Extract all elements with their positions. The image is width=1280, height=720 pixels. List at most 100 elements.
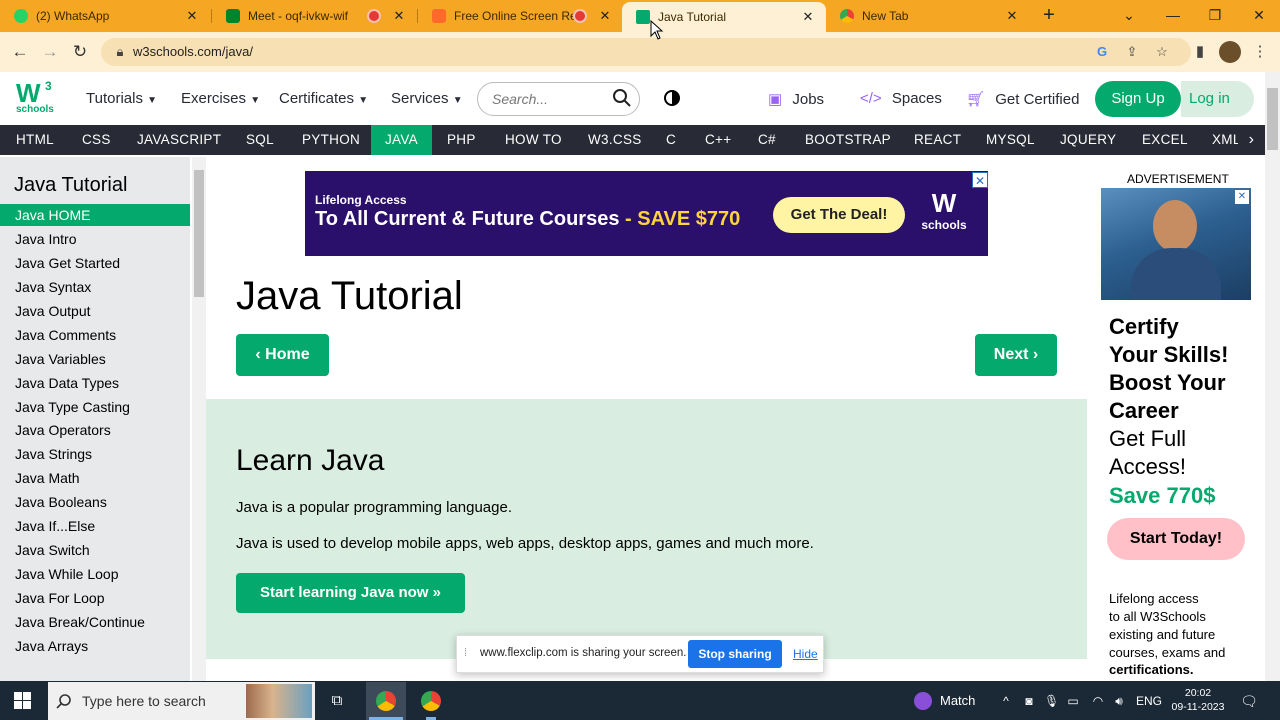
google-icon[interactable]: G (1092, 42, 1112, 62)
chevron-right-icon[interactable]: › (1238, 125, 1265, 155)
ad-photo[interactable]: ✕ (1101, 188, 1251, 300)
back-icon[interactable]: ← (8, 40, 32, 64)
sidebar-item[interactable]: Java Booleans (0, 491, 190, 513)
sidebar-item[interactable]: Java Intro (0, 228, 190, 250)
task-view-icon[interactable]: ⧉ (328, 690, 346, 712)
menu-tutorials[interactable]: Tutorials ▼ (86, 90, 157, 107)
signup-button[interactable]: Sign Up (1095, 81, 1181, 117)
tray-chevron-icon[interactable]: ^ (999, 690, 1013, 712)
w3schools-logo[interactable]: W 3 schools (16, 78, 56, 116)
page-scrollbar[interactable] (1265, 72, 1280, 681)
topnav-python[interactable]: PYTHON (300, 125, 362, 155)
battery-icon[interactable]: ▭ (1066, 690, 1080, 712)
sidebar-item[interactable]: Java Data Types (0, 372, 190, 394)
close-tab-icon[interactable]: ✕ (184, 8, 200, 24)
topnav-html[interactable]: HTML (14, 125, 56, 155)
notifications-icon[interactable]: 🗨︎ (1240, 690, 1258, 712)
share-icon[interactable]: ⇪ (1122, 42, 1142, 62)
search-icon[interactable] (612, 88, 632, 108)
topnav-javascript[interactable]: JAVASCRIPT (135, 125, 223, 155)
jobs-link[interactable]: ▣ Jobs (768, 90, 824, 108)
wifi-icon[interactable]: ◠ (1090, 690, 1106, 712)
topnav-howto[interactable]: HOW TO (503, 125, 564, 155)
side-panel-icon[interactable]: ▮ (1190, 42, 1210, 62)
sidebar-item[interactable]: Java Arrays (0, 635, 190, 657)
volume-icon[interactable]: 🔊︎ (1111, 690, 1127, 712)
topnav-c[interactable]: C (664, 125, 678, 155)
topnav-w3css[interactable]: W3.CSS (586, 125, 644, 155)
dark-mode-icon[interactable] (664, 90, 680, 106)
sidebar-item[interactable]: Java For Loop (0, 587, 190, 609)
get-certified-link[interactable]: 🛒︎ Get Certified (966, 90, 1079, 108)
reload-icon[interactable]: ↻ (68, 40, 92, 64)
sidebar-item[interactable]: Java Math (0, 467, 190, 489)
sidebar-item[interactable]: Java If...Else (0, 515, 190, 537)
topnav-csharp[interactable]: C# (756, 125, 778, 155)
weather-widget-icon[interactable] (914, 692, 932, 710)
weather-text[interactable]: Match (940, 690, 975, 712)
sidebar-scroll-thumb[interactable] (194, 170, 204, 297)
clock[interactable]: 20:02 09-11-2023 (1170, 686, 1226, 714)
close-tab-icon[interactable]: ✕ (800, 9, 816, 25)
tab-search-icon[interactable]: ⌄ (1109, 0, 1149, 30)
sidebar-item[interactable]: Java While Loop (0, 563, 190, 585)
maximize-icon[interactable]: ❐ (1195, 0, 1235, 30)
topnav-jquery[interactable]: JQUERY (1058, 125, 1118, 155)
next-button[interactable]: Next › (975, 334, 1057, 376)
start-learning-button[interactable]: Start learning Java now » (236, 573, 465, 613)
sidebar-item-java-home[interactable]: Java HOME (0, 204, 190, 226)
topnav-java[interactable]: JAVA (371, 125, 432, 155)
start-today-button[interactable]: Start Today! (1107, 518, 1245, 560)
new-tab-button[interactable]: + (1029, 0, 1069, 30)
forward-icon[interactable]: → (38, 40, 62, 64)
spaces-link[interactable]: </> Spaces (860, 90, 942, 107)
tab-flexclip[interactable]: Free Online Screen Reco ✕ (418, 0, 623, 32)
tab-whatsapp[interactable]: (2) WhatsApp ✕ (0, 0, 210, 32)
chrome-icon[interactable] (421, 691, 441, 711)
home-button[interactable]: ‹ Home (236, 334, 329, 376)
ad-close-icon[interactable]: ✕ (1235, 190, 1249, 204)
topnav-xml[interactable]: XML (1210, 125, 1240, 155)
topnav-mysql[interactable]: MYSQL (984, 125, 1037, 155)
bookmark-star-icon[interactable]: ☆ (1152, 42, 1172, 62)
topnav-cpp[interactable]: C++ (703, 125, 733, 155)
hide-link[interactable]: Hide (793, 647, 818, 661)
sidebar-item[interactable]: Java Output (0, 300, 190, 322)
close-tab-icon[interactable]: ✕ (391, 8, 407, 24)
ad-close-icon[interactable]: ✕ (972, 172, 988, 188)
sidebar-item[interactable]: Java Operators (0, 419, 190, 441)
sidebar-item[interactable]: Java Strings (0, 443, 190, 465)
windows-start-icon[interactable] (14, 692, 31, 709)
menu-dots-icon[interactable]: ⋮ (1250, 42, 1270, 62)
login-button[interactable]: Log in (1181, 81, 1254, 117)
sidebar-item[interactable]: Java Get Started (0, 252, 190, 274)
sidebar-item[interactable]: Java Syntax (0, 276, 190, 298)
sidebar-item[interactable]: Java Break/Continue (0, 611, 190, 633)
topnav-php[interactable]: PHP (445, 125, 478, 155)
language-indicator[interactable]: ENG (1136, 690, 1162, 712)
tab-new-tab[interactable]: New Tab ✕ (826, 0, 1030, 32)
topnav-sql[interactable]: SQL (244, 125, 276, 155)
camera-icon[interactable]: ◙ (1022, 690, 1036, 712)
menu-exercises[interactable]: Exercises ▼ (181, 90, 260, 107)
close-window-icon[interactable]: ✕ (1239, 0, 1279, 30)
get-deal-button[interactable]: Get The Deal! (773, 197, 905, 233)
address-bar[interactable] (101, 38, 1191, 66)
url-text[interactable]: w3schools.com/java/ (133, 44, 253, 59)
drag-handle-icon[interactable]: ⁞ (464, 647, 467, 659)
microphone-icon[interactable]: 🎙︎ (1044, 690, 1059, 712)
menu-certificates[interactable]: Certificates ▼ (279, 90, 368, 107)
sidebar-item[interactable]: Java Type Casting (0, 396, 190, 418)
sidebar-item[interactable]: Java Variables (0, 348, 190, 370)
topnav-excel[interactable]: EXCEL (1140, 125, 1190, 155)
menu-services[interactable]: Services ▼ (391, 90, 463, 107)
stop-sharing-button[interactable]: Stop sharing (688, 640, 782, 668)
minimize-icon[interactable]: — (1153, 0, 1193, 30)
close-tab-icon[interactable]: ✕ (1004, 8, 1020, 24)
topnav-css[interactable]: CSS (80, 125, 113, 155)
close-tab-icon[interactable]: ✕ (597, 8, 613, 24)
profile-avatar[interactable] (1219, 41, 1241, 63)
sidebar-item[interactable]: Java Comments (0, 324, 190, 346)
topnav-react[interactable]: REACT (912, 125, 963, 155)
lock-icon[interactable]: 🔒︎ (110, 42, 130, 62)
